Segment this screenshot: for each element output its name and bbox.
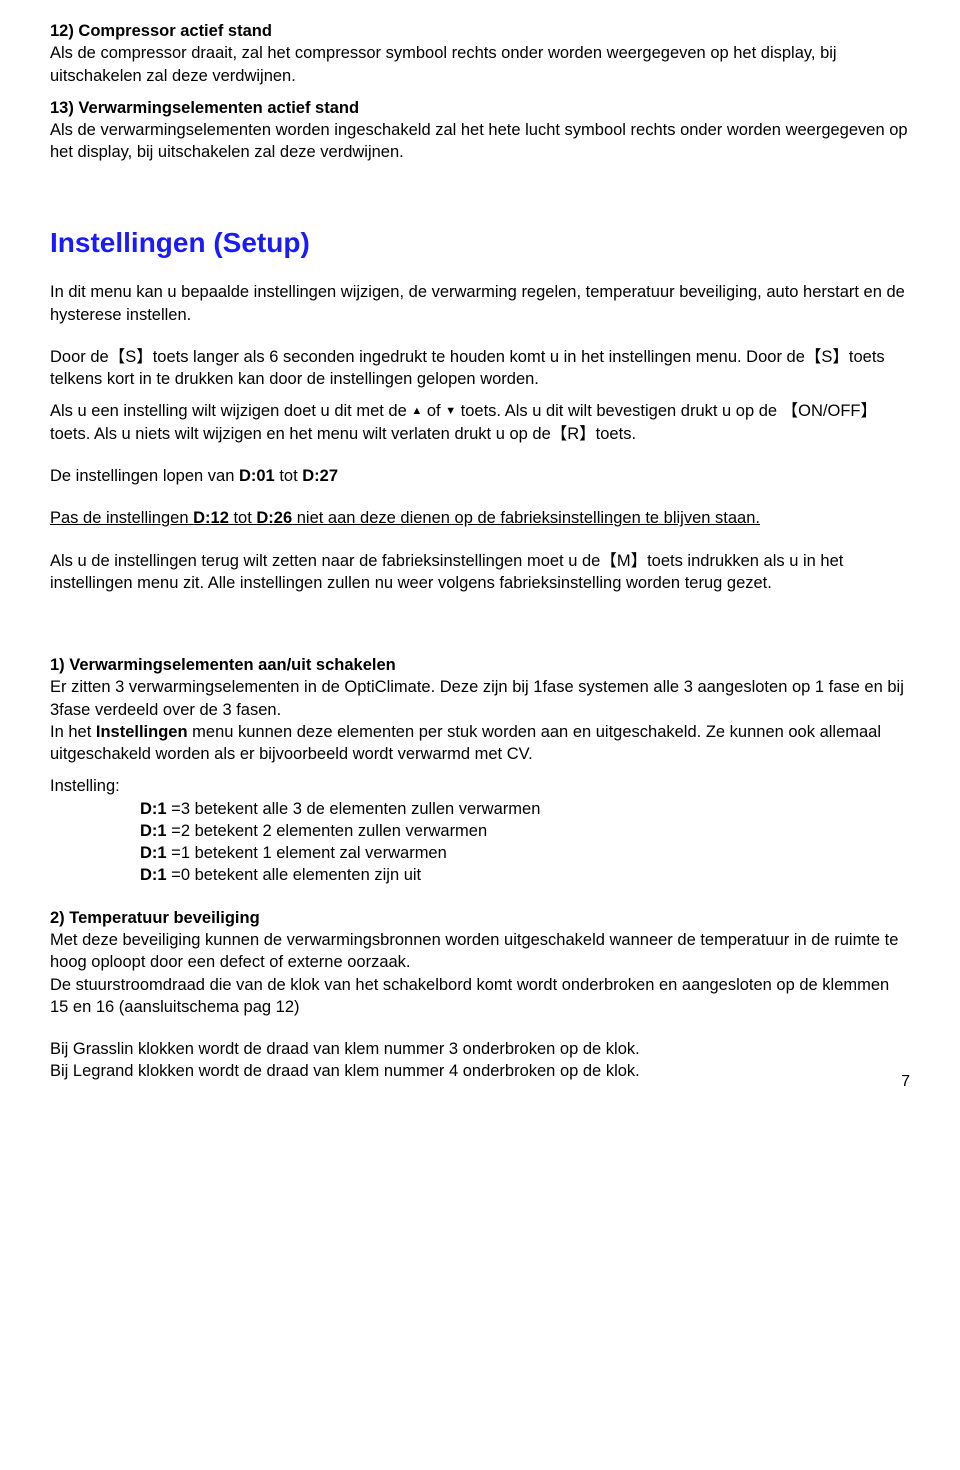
- setup-p4d: D:27: [302, 467, 338, 485]
- d1-key: D:1: [140, 800, 167, 818]
- d4-rest: =0 betekent alle elementen zijn uit: [167, 866, 422, 884]
- section-1: 1) Verwarmingselementen aan/uit schakele…: [50, 654, 910, 887]
- setup-p2: Door de【S】toets langer als 6 seconden in…: [50, 346, 910, 391]
- setup-p5c: tot: [229, 509, 257, 527]
- section-1-title: 1) Verwarmingselementen aan/uit schakele…: [50, 654, 910, 676]
- section-2-title: 2) Temperatuur beveiliging: [50, 907, 910, 929]
- setup-p4c: tot: [275, 467, 303, 485]
- setup-p5a: Pas de instellingen: [50, 509, 193, 527]
- setup-p3a: Als u een instelling wilt wijzigen doet …: [50, 402, 411, 420]
- setup-p5b: D:12: [193, 509, 229, 527]
- instelling-d3: D:1 =1 betekent 1 element zal verwarmen: [50, 842, 910, 864]
- d3-rest: =1 betekent 1 element zal verwarmen: [167, 844, 447, 862]
- triangle-up-icon: ▲: [411, 404, 422, 419]
- setup-p3b: of: [422, 402, 445, 420]
- section-12-title: 12) Compressor actief stand: [50, 20, 910, 42]
- setup-p4: De instellingen lopen van D:01 tot D:27: [50, 465, 910, 487]
- section-2-p1: Met deze beveiliging kunnen de verwarmin…: [50, 929, 910, 974]
- section-1-p2a: In het: [50, 723, 96, 741]
- setup-p6: Als u de instellingen terug wilt zetten …: [50, 550, 910, 595]
- instelling-label: Instelling:: [50, 775, 910, 797]
- d4-key: D:1: [140, 866, 167, 884]
- setup-p4b: D:01: [239, 467, 275, 485]
- setup-p1: In dit menu kan u bepaalde instellingen …: [50, 281, 910, 326]
- d3-key: D:1: [140, 844, 167, 862]
- instelling-d2: D:1 =2 betekent 2 elementen zullen verwa…: [50, 820, 910, 842]
- section-13-title: 13) Verwarmingselementen actief stand: [50, 97, 910, 119]
- section-2: 2) Temperatuur beveiliging Met deze beve…: [50, 907, 910, 1083]
- section-1-p2: In het Instellingen menu kunnen deze ele…: [50, 721, 910, 766]
- instelling-d4: D:1 =0 betekent alle elementen zijn uit: [50, 864, 910, 886]
- page-number: 7: [901, 1071, 910, 1093]
- instelling-d1: D:1 =3 betekent alle 3 de elementen zull…: [50, 798, 910, 820]
- setup-p4a: De instellingen lopen van: [50, 467, 239, 485]
- section-1-p2b: Instellingen: [96, 723, 188, 741]
- section-13-body: Als de verwarmingselementen worden inges…: [50, 119, 910, 164]
- setup-p5e: niet aan deze dienen op de fabrieksinste…: [292, 509, 760, 527]
- triangle-down-icon: ▼: [445, 404, 456, 419]
- setup-p5d: D:26: [256, 509, 292, 527]
- d1-rest: =3 betekent alle 3 de elementen zullen v…: [167, 800, 541, 818]
- d2-rest: =2 betekent 2 elementen zullen verwarmen: [167, 822, 488, 840]
- section-13: 13) Verwarmingselementen actief stand Al…: [50, 97, 910, 164]
- d2-key: D:1: [140, 822, 167, 840]
- section-1-p1: Er zitten 3 verwarmingselementen in de O…: [50, 676, 910, 721]
- setup-heading: Instellingen (Setup): [50, 224, 910, 262]
- setup-p3: Als u een instelling wilt wijzigen doet …: [50, 400, 910, 445]
- section-12: 12) Compressor actief stand Als de compr…: [50, 20, 910, 87]
- section-2-p3: Bij Grasslin klokken wordt de draad van …: [50, 1038, 910, 1060]
- section-2-p2: De stuurstroomdraad die van de klok van …: [50, 974, 910, 1019]
- setup-p5: Pas de instellingen D:12 tot D:26 niet a…: [50, 507, 910, 529]
- section-12-body: Als de compressor draait, zal het compre…: [50, 42, 910, 87]
- section-2-p4: Bij Legrand klokken wordt de draad van k…: [50, 1060, 910, 1082]
